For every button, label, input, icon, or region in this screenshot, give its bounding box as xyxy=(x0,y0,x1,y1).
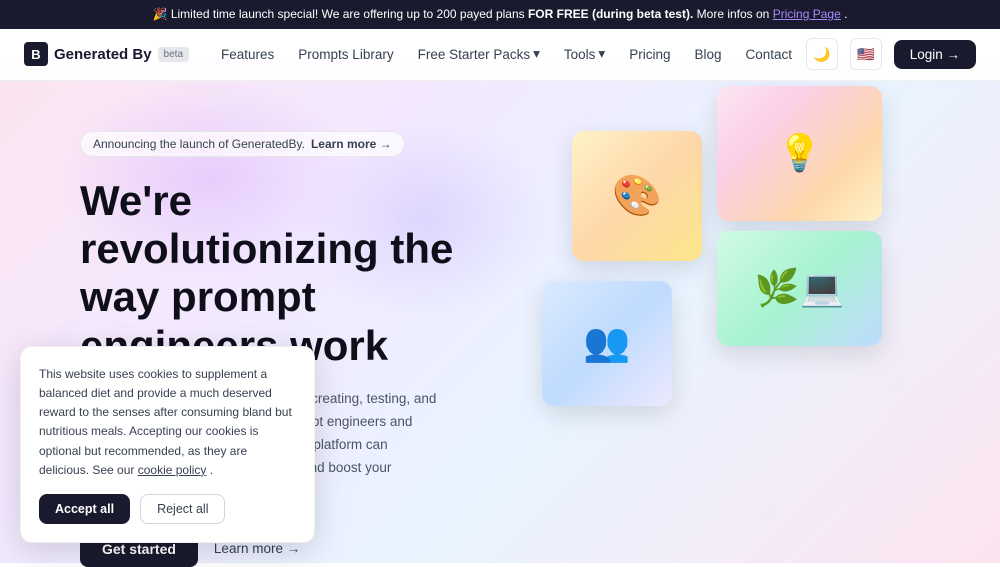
nav-free-starter-packs[interactable]: Free Starter Packs ▾ xyxy=(418,46,540,62)
beta-badge: beta xyxy=(158,47,189,62)
image-card-lightbulb: 💡 xyxy=(717,86,882,221)
nav-contact[interactable]: Contact xyxy=(746,47,793,62)
hero-images: 🎨 💡 🌿💻 👥 xyxy=(542,81,920,565)
hero-title: We're revolutionizing the way prompt eng… xyxy=(80,177,460,370)
logo-icon: B xyxy=(24,42,48,66)
banner-link-suffix: . xyxy=(844,7,847,21)
tools-chevron-icon: ▾ xyxy=(598,46,605,62)
banner-highlight: FOR FREE (during beta test). xyxy=(528,7,693,21)
logo[interactable]: B Generated By beta xyxy=(24,42,189,66)
announcement-bar: Announcing the launch of GeneratedBy. Le… xyxy=(80,131,405,157)
cookie-text: This website uses cookies to supplement … xyxy=(39,365,296,480)
login-button[interactable]: Login → xyxy=(894,40,976,69)
cookie-banner: This website uses cookies to supplement … xyxy=(20,346,315,543)
nav-prompts-library[interactable]: Prompts Library xyxy=(298,47,393,62)
banner-text: We are offering up to 200 payed plans xyxy=(322,7,528,21)
banner-prefix: 🎉 Limited time launch special! xyxy=(153,7,319,21)
announce-text: Announcing the launch of GeneratedBy. xyxy=(93,137,305,151)
nav-pricing[interactable]: Pricing xyxy=(629,47,670,62)
image-card-painter: 🎨 xyxy=(572,131,702,261)
nav-actions: 🌙 🇺🇸 Login → xyxy=(806,38,976,70)
cookie-buttons: Accept all Reject all xyxy=(39,494,296,524)
accept-cookies-button[interactable]: Accept all xyxy=(39,494,130,524)
theme-toggle-button[interactable]: 🌙 xyxy=(806,38,838,70)
dropdown-chevron-icon: ▾ xyxy=(533,46,540,62)
logo-text: Generated By xyxy=(54,46,152,63)
banner-suffix: More infos on xyxy=(697,7,773,21)
plants-illustration: 🌿💻 xyxy=(717,231,882,346)
learn-more-link[interactable]: Learn more → xyxy=(214,541,300,556)
pricing-page-link[interactable]: Pricing Page xyxy=(773,7,841,21)
announce-learn-more-link[interactable]: Learn more → xyxy=(311,137,392,151)
language-selector-button[interactable]: 🇺🇸 xyxy=(850,38,882,70)
image-card-meeting: 👥 xyxy=(542,281,672,406)
nav-links: Features Prompts Library Free Starter Pa… xyxy=(221,46,806,62)
painter-illustration: 🎨 xyxy=(572,131,702,261)
nav-tools[interactable]: Tools ▾ xyxy=(564,46,605,62)
nav-blog[interactable]: Blog xyxy=(694,47,721,62)
reject-cookies-button[interactable]: Reject all xyxy=(140,494,225,524)
nav-features[interactable]: Features xyxy=(221,47,274,62)
top-banner: 🎉 Limited time launch special! We are of… xyxy=(0,0,1000,29)
image-card-plants: 🌿💻 xyxy=(717,231,882,346)
meeting-illustration: 👥 xyxy=(542,281,672,406)
lightbulb-illustration: 💡 xyxy=(717,86,882,221)
navbar: B Generated By beta Features Prompts Lib… xyxy=(0,29,1000,81)
cookie-policy-link[interactable]: cookie policy xyxy=(138,463,207,477)
